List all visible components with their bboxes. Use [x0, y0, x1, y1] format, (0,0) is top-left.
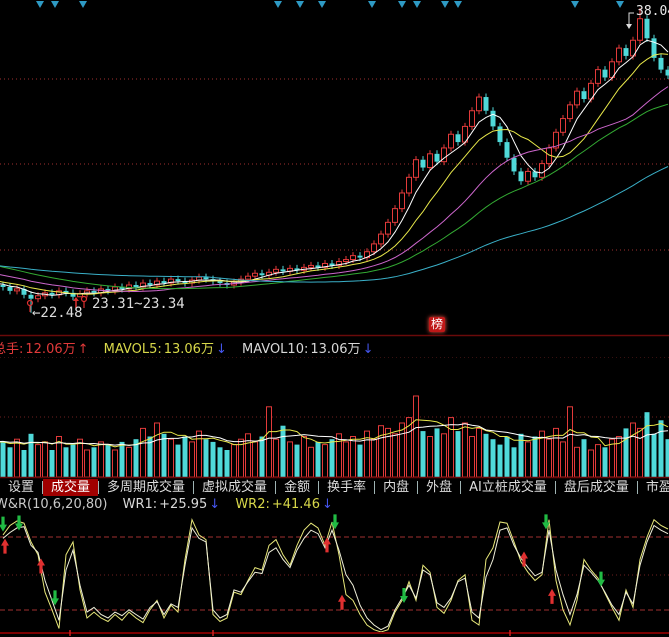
mavol5-label: MAVOL5:	[104, 342, 162, 357]
tab-4[interactable]: 金额	[276, 479, 318, 496]
tab-3[interactable]: 虚拟成交量	[194, 479, 275, 496]
mavol5-value: 13.06万	[164, 342, 214, 357]
tab-7[interactable]: 外盘	[418, 479, 460, 496]
tab-6[interactable]: 内盘	[375, 479, 417, 496]
stock-app-screen: ←22.48 23.31~23.34 38.04 榜 总手:12.06万↑ MA…	[0, 0, 669, 637]
volume-info-line: 总手:12.06万↑ MAVOL5:13.06万↓ MAVOL10:13.06万…	[0, 338, 375, 357]
tab-2[interactable]: 多周期成交量	[99, 479, 193, 496]
zongshou-label: 总手:	[0, 342, 23, 357]
mavol10-dir-arrow: ↓	[363, 342, 374, 357]
tab-selected-1[interactable]: 成交量	[43, 479, 98, 496]
gap-range-label: 23.31~23.34	[92, 296, 185, 312]
zongshou-value: 12.06万	[25, 342, 75, 357]
wr1-label: WR1:	[123, 497, 158, 512]
wr2-label: WR2:	[235, 497, 270, 512]
highest-price-label: 38.04	[636, 4, 669, 19]
tab-10[interactable]: 市盈率(ttm)	[638, 479, 669, 496]
wr-pane[interactable]	[0, 515, 669, 632]
kline-pane[interactable]	[0, 0, 669, 336]
zongshou-dir-arrow: ↑	[78, 342, 89, 357]
volume-pane[interactable]	[0, 357, 669, 477]
rank-badge[interactable]: 榜	[429, 317, 445, 332]
wr2-value: +41.46	[272, 497, 320, 512]
tab-9[interactable]: 盘后成交量	[556, 479, 637, 496]
mavol5-dir-arrow: ↓	[216, 342, 227, 357]
wr1-dir-arrow: ↓	[209, 497, 220, 512]
tab-0[interactable]: 设置	[0, 479, 42, 496]
tab-8[interactable]: AI立桩成交量	[461, 479, 555, 496]
lowest-price-label: ←22.48	[32, 305, 83, 321]
indicator-tabbar: 设置成交量多周期成交量虚拟成交量金额换手率内盘外盘AI立桩成交量盘后成交量市盈率…	[0, 478, 669, 496]
wr2-dir-arrow: ↓	[322, 497, 333, 512]
mavol10-label: MAVOL10:	[242, 342, 308, 357]
mavol10-value: 13.06万	[310, 342, 360, 357]
tab-5[interactable]: 换手率	[319, 479, 374, 496]
wr-info-line: W&R(10,6,20,80) WR1:+25.95↓ WR2:+41.46↓	[0, 497, 335, 512]
wr1-value: +25.95	[159, 497, 207, 512]
wr-formula-label: W&R(10,6,20,80)	[0, 497, 107, 512]
